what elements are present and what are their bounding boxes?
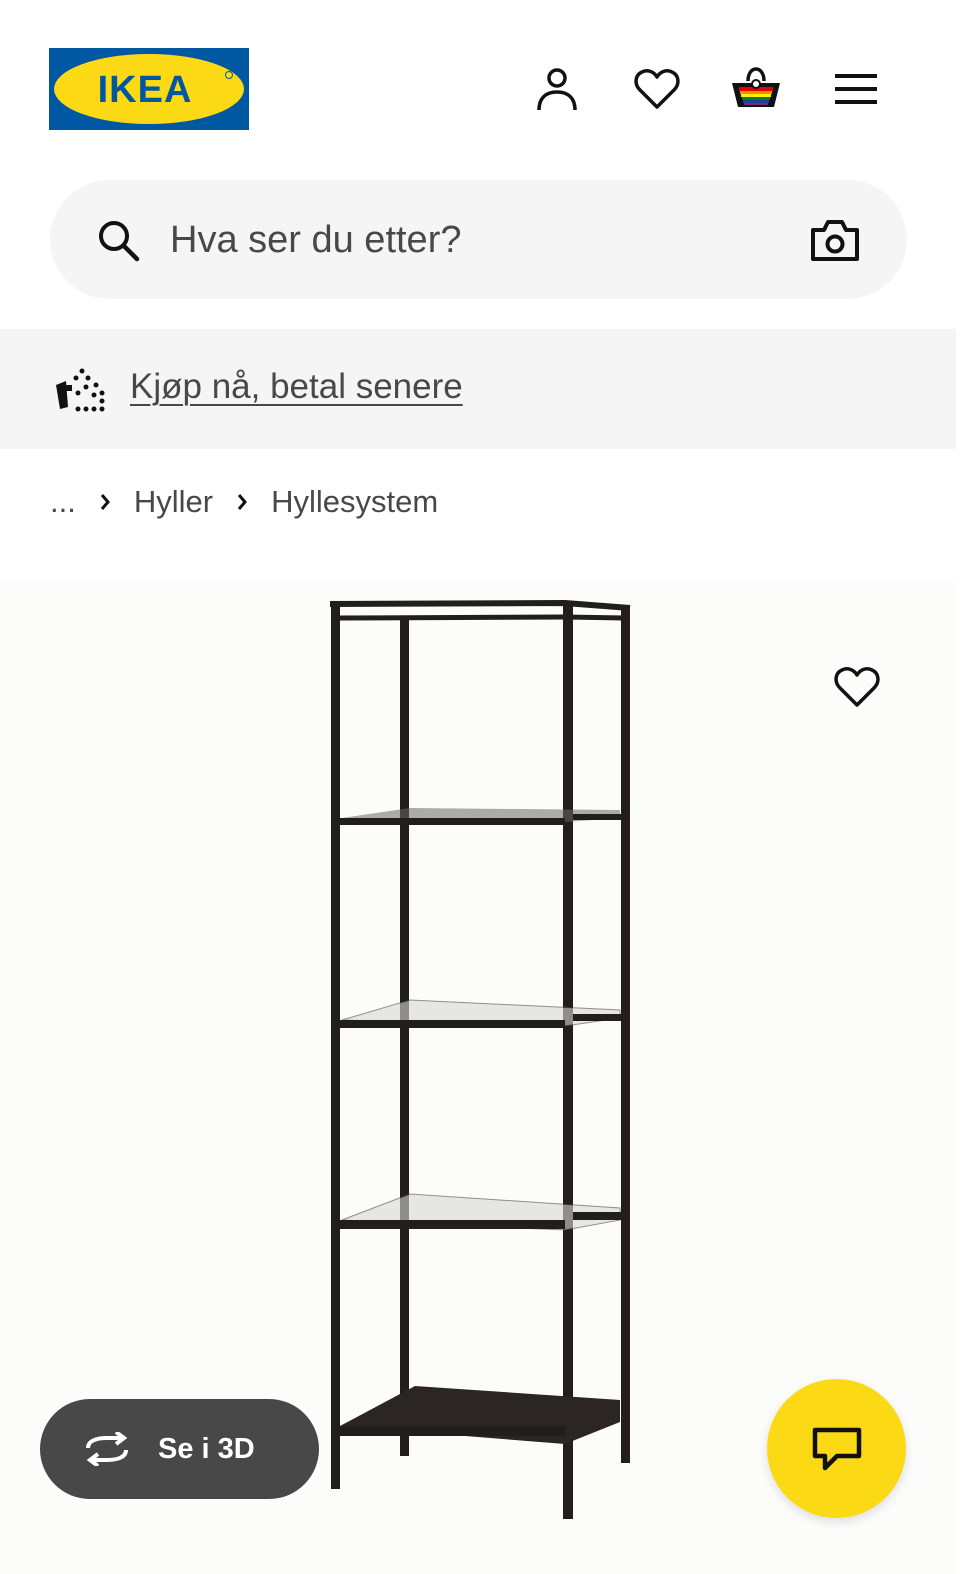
add-to-favorites-button[interactable]: [826, 656, 888, 718]
product-image-area[interactable]: Se i 3D: [0, 582, 956, 1574]
search-icon[interactable]: [96, 218, 140, 262]
logo-text: IKEA: [98, 69, 193, 111]
camera-icon[interactable]: [810, 216, 860, 264]
chat-icon: [812, 1427, 861, 1470]
product-image-shelf: [329, 600, 631, 1519]
chat-button[interactable]: [767, 1379, 906, 1518]
basket-icon: [732, 67, 780, 107]
favorite-heart-icon: [834, 667, 880, 707]
heart-icon: [634, 69, 680, 109]
search-bar[interactable]: [50, 180, 907, 299]
view-in-3d-label: Se i 3D: [158, 1432, 255, 1465]
menu-button[interactable]: [829, 62, 883, 116]
payment-banner: Kjøp nå, betal senere: [0, 329, 956, 449]
view-in-3d-button[interactable]: Se i 3D: [40, 1399, 319, 1499]
buy-now-pay-later-link[interactable]: Kjøp nå, betal senere: [130, 367, 463, 407]
ikea-logo-graphic: IKEA: [49, 48, 249, 130]
favorites-button[interactable]: [630, 62, 684, 116]
basket-button[interactable]: [729, 62, 783, 116]
rotate-3d-icon: [86, 1432, 128, 1466]
breadcrumb: ... Hyller Hyllesystem: [50, 480, 438, 524]
chevron-right-icon: [237, 494, 248, 510]
site-header: IKEA: [0, 0, 960, 170]
breadcrumb-item-hyllesystem[interactable]: Hyllesystem: [271, 484, 438, 520]
profile-icon: [537, 68, 577, 111]
menu-icon: [835, 74, 877, 104]
breadcrumb-ellipsis[interactable]: ...: [50, 484, 76, 520]
ikea-logo[interactable]: IKEA: [49, 48, 249, 130]
profile-button[interactable]: [530, 62, 584, 116]
breadcrumb-item-hyller[interactable]: Hyller: [134, 484, 213, 520]
chevron-right-icon: [100, 494, 110, 510]
payment-icon: [56, 368, 105, 412]
search-input[interactable]: [170, 208, 770, 272]
